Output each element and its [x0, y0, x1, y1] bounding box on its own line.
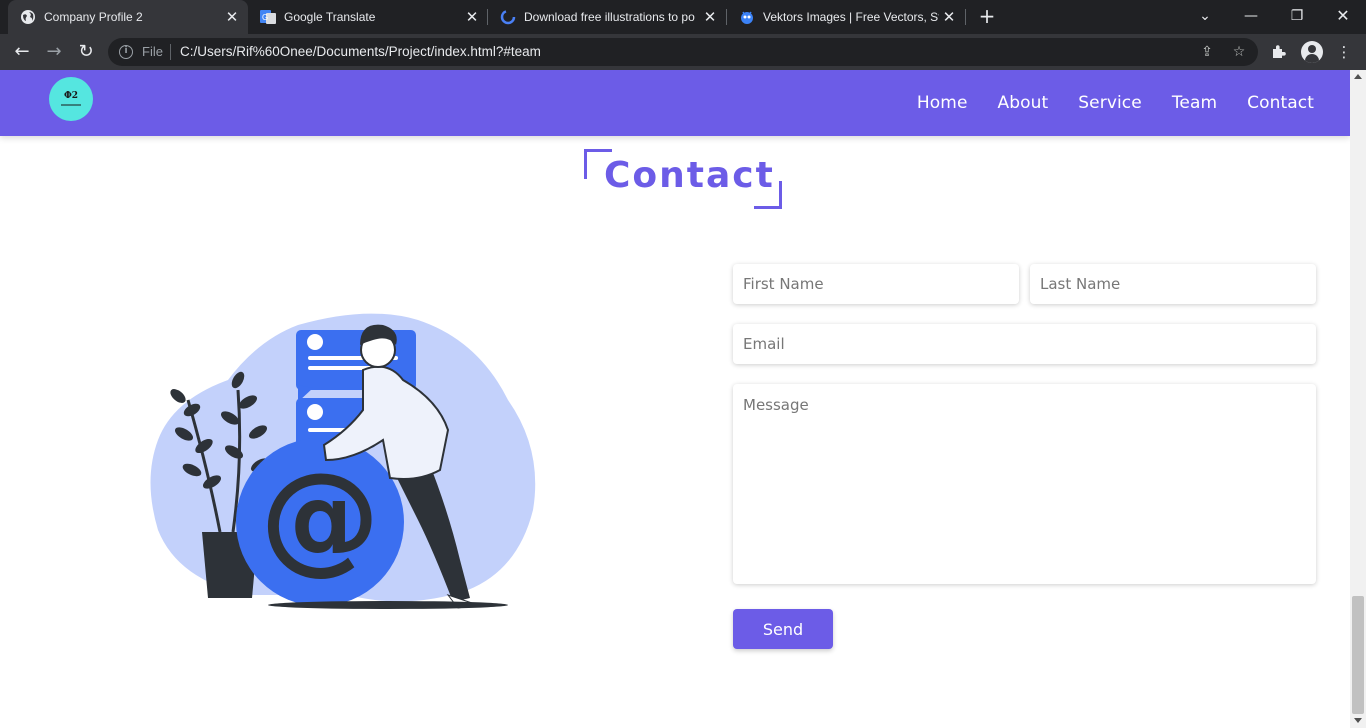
reload-icon[interactable]: ↻ — [74, 40, 98, 64]
browser-tab-bar: Company Profile 2 ✕ G Google Translate ✕… — [0, 0, 1366, 34]
tab-download-illustrations[interactable]: Download free illustrations to po ✕ — [488, 0, 726, 34]
google-translate-icon: G — [260, 9, 276, 25]
page-viewport: Φ2 Home About Service Team Contact Conta… — [0, 70, 1350, 728]
browser-toolbar: ← → ↻ i File C:/Users/Rif%60Onee/Documen… — [0, 34, 1366, 70]
bookmark-star-icon[interactable]: ☆ — [1231, 44, 1247, 60]
tab-vektors-images[interactable]: Vektors Images | Free Vectors, Sto ✕ — [727, 0, 965, 34]
address-bar[interactable]: i File C:/Users/Rif%60Onee/Documents/Pro… — [108, 38, 1258, 66]
scroll-down-arrow-icon[interactable] — [1354, 718, 1362, 723]
nav-contact[interactable]: Contact — [1247, 93, 1314, 113]
globe-icon — [20, 9, 36, 25]
tab-title: Download free illustrations to po — [524, 10, 695, 24]
close-tab-icon[interactable]: ✕ — [462, 8, 482, 26]
scroll-up-arrow-icon[interactable] — [1354, 74, 1362, 79]
restore-window-icon[interactable]: ❐ — [1274, 0, 1320, 34]
loading-spinner-icon — [500, 9, 516, 25]
main-menu: Home About Service Team Contact — [917, 70, 1314, 136]
last-name-field[interactable] — [1030, 264, 1316, 304]
logo-underline — [61, 104, 81, 106]
tab-title: Vektors Images | Free Vectors, Sto — [763, 10, 939, 24]
new-tab-button[interactable]: + — [976, 5, 998, 27]
site-navbar: Φ2 Home About Service Team Contact — [0, 70, 1350, 136]
close-tab-icon[interactable]: ✕ — [222, 8, 242, 26]
page-scrollbar[interactable] — [1350, 70, 1366, 728]
contact-illustration: @ — [150, 313, 536, 609]
tab-title: Company Profile 2 — [44, 10, 143, 24]
omnibox-separator — [170, 44, 171, 60]
first-name-field[interactable] — [733, 264, 1019, 304]
close-window-icon[interactable]: ✕ — [1320, 0, 1366, 34]
close-tab-icon[interactable]: ✕ — [939, 8, 959, 26]
send-button[interactable]: Send — [733, 609, 833, 649]
vektors-logo-icon — [739, 9, 755, 25]
nav-team[interactable]: Team — [1172, 93, 1217, 113]
nav-about[interactable]: About — [998, 93, 1049, 113]
tab-title: Google Translate — [284, 10, 376, 24]
nav-service[interactable]: Service — [1078, 93, 1142, 113]
svg-text:G: G — [262, 13, 268, 22]
tab-search-chevron-icon[interactable]: ⌄ — [1182, 0, 1228, 34]
section-heading: Contact — [584, 149, 782, 209]
logo-text: Φ2 — [63, 91, 79, 101]
tab-company-profile[interactable]: Company Profile 2 ✕ — [8, 0, 248, 34]
profile-avatar-icon[interactable] — [1301, 41, 1323, 63]
kebab-menu-icon[interactable]: ⋮ — [1334, 42, 1354, 62]
file-scheme-label: File — [142, 44, 163, 59]
message-field[interactable] — [733, 384, 1316, 584]
svg-text:@: @ — [260, 448, 380, 587]
extensions-puzzle-icon[interactable] — [1269, 42, 1289, 62]
tab-separator — [965, 9, 966, 25]
share-icon[interactable]: ⇪ — [1199, 44, 1215, 60]
scroll-thumb[interactable] — [1352, 596, 1364, 714]
nav-home[interactable]: Home — [917, 93, 968, 113]
minimize-window-icon[interactable]: — — [1228, 0, 1274, 34]
site-logo[interactable]: Φ2 — [49, 77, 93, 121]
tab-google-translate[interactable]: G Google Translate ✕ — [248, 0, 488, 34]
forward-arrow-icon[interactable]: → — [42, 40, 66, 64]
section-title: Contact — [604, 155, 775, 196]
back-arrow-icon[interactable]: ← — [10, 40, 34, 64]
email-field[interactable] — [733, 324, 1316, 364]
site-info-icon[interactable]: i — [119, 45, 133, 59]
url-text[interactable]: C:/Users/Rif%60Onee/Documents/Project/in… — [180, 44, 541, 59]
close-tab-icon[interactable]: ✕ — [700, 8, 720, 26]
